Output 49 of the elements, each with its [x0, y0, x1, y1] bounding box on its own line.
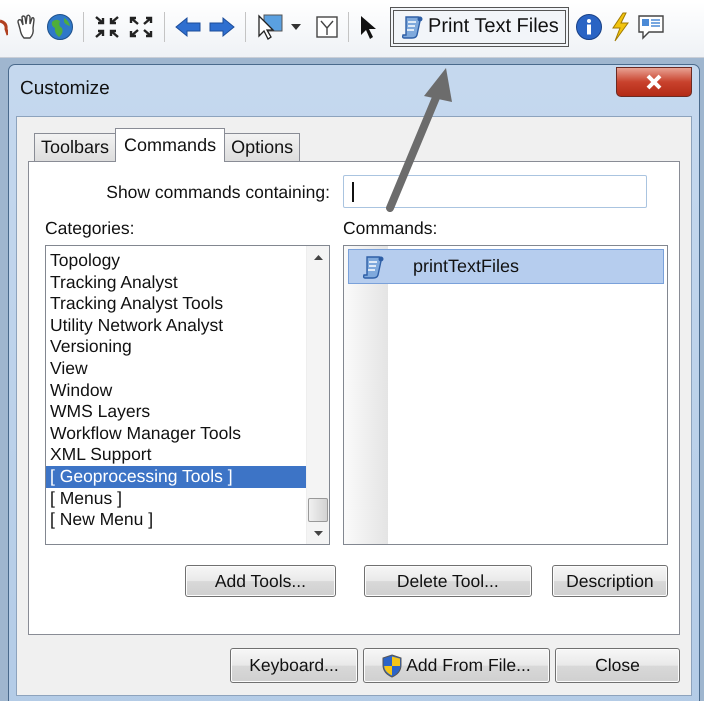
frame-icon[interactable]	[315, 14, 339, 38]
arrows-inward-icon[interactable]	[93, 14, 121, 40]
window-title: Customize	[20, 78, 110, 100]
dialog-button[interactable]: Add Tools...	[185, 565, 336, 597]
dialog-button[interactable]: Description	[552, 565, 668, 597]
list-item[interactable]: [ Menus ]	[46, 488, 306, 510]
list-item[interactable]: WMS Layers	[46, 401, 306, 423]
scroll-icon	[400, 14, 424, 40]
list-item[interactable]: Workflow Manager Tools	[46, 422, 306, 444]
shield-icon	[382, 654, 402, 678]
toolbar-button[interactable]: Print Text Files	[390, 6, 569, 46]
list-item[interactable]: Tracking Analyst Tools	[46, 293, 306, 315]
list-item[interactable]: Versioning	[46, 336, 306, 358]
list-item[interactable]: View	[46, 358, 306, 380]
back-arrow-icon[interactable]	[174, 14, 202, 38]
list-item[interactable]: [ Geoprocessing Tools ]	[46, 466, 306, 488]
list-item[interactable]: Topology	[46, 250, 306, 272]
scroll-up-icon[interactable]	[314, 254, 322, 260]
dialog-button[interactable]: Close	[555, 648, 680, 683]
tab[interactable]: Options	[224, 133, 300, 161]
list-item[interactable]: printTextFiles	[348, 249, 664, 284]
pointer-icon[interactable]	[358, 14, 378, 40]
dialog-button[interactable]: Add From File...	[363, 648, 550, 683]
scroll-down-icon[interactable]	[314, 530, 322, 536]
tab[interactable]: Commands	[115, 128, 226, 162]
tab[interactable]: Toolbars	[34, 133, 116, 161]
list-item[interactable]: XML Support	[46, 444, 306, 466]
globe-icon[interactable]	[46, 12, 74, 40]
category-list[interactable]: Topology Tracking Analyst Tracking Analyst Tools Utility Network Analyst Versioning View Window WMS Layers Workflow Manager Tools XML Support [ Geoprocessing Tools ] [ Menus ] [ New Menu ]	[45, 245, 330, 545]
info-icon[interactable]	[574, 12, 603, 40]
scroll-icon	[361, 254, 385, 280]
list-label: Categories:	[45, 218, 136, 240]
search-field[interactable]	[343, 175, 647, 208]
field-label: Show commands containing:	[106, 182, 330, 202]
close-button[interactable]	[616, 67, 692, 97]
dialog-button[interactable]: Delete Tool...	[364, 565, 532, 597]
scrollbar-thumb[interactable]	[308, 498, 328, 522]
command-list[interactable]: printTextFiles	[343, 245, 668, 545]
dialog-button[interactable]: Keyboard...	[230, 648, 358, 683]
caret-icon[interactable]	[291, 24, 301, 30]
list-item[interactable]: Window	[46, 380, 306, 402]
close-icon	[645, 74, 663, 90]
list-item[interactable]: Utility Network Analyst	[46, 314, 306, 336]
scrollbar[interactable]	[306, 246, 329, 544]
list-label: Commands:	[343, 218, 438, 240]
list-item[interactable]: Tracking Analyst	[46, 272, 306, 294]
forward-arrow-icon[interactable]	[208, 14, 236, 38]
list-item[interactable]: [ New Menu ]	[46, 509, 306, 531]
speech-bubble-icon[interactable]	[636, 12, 665, 40]
